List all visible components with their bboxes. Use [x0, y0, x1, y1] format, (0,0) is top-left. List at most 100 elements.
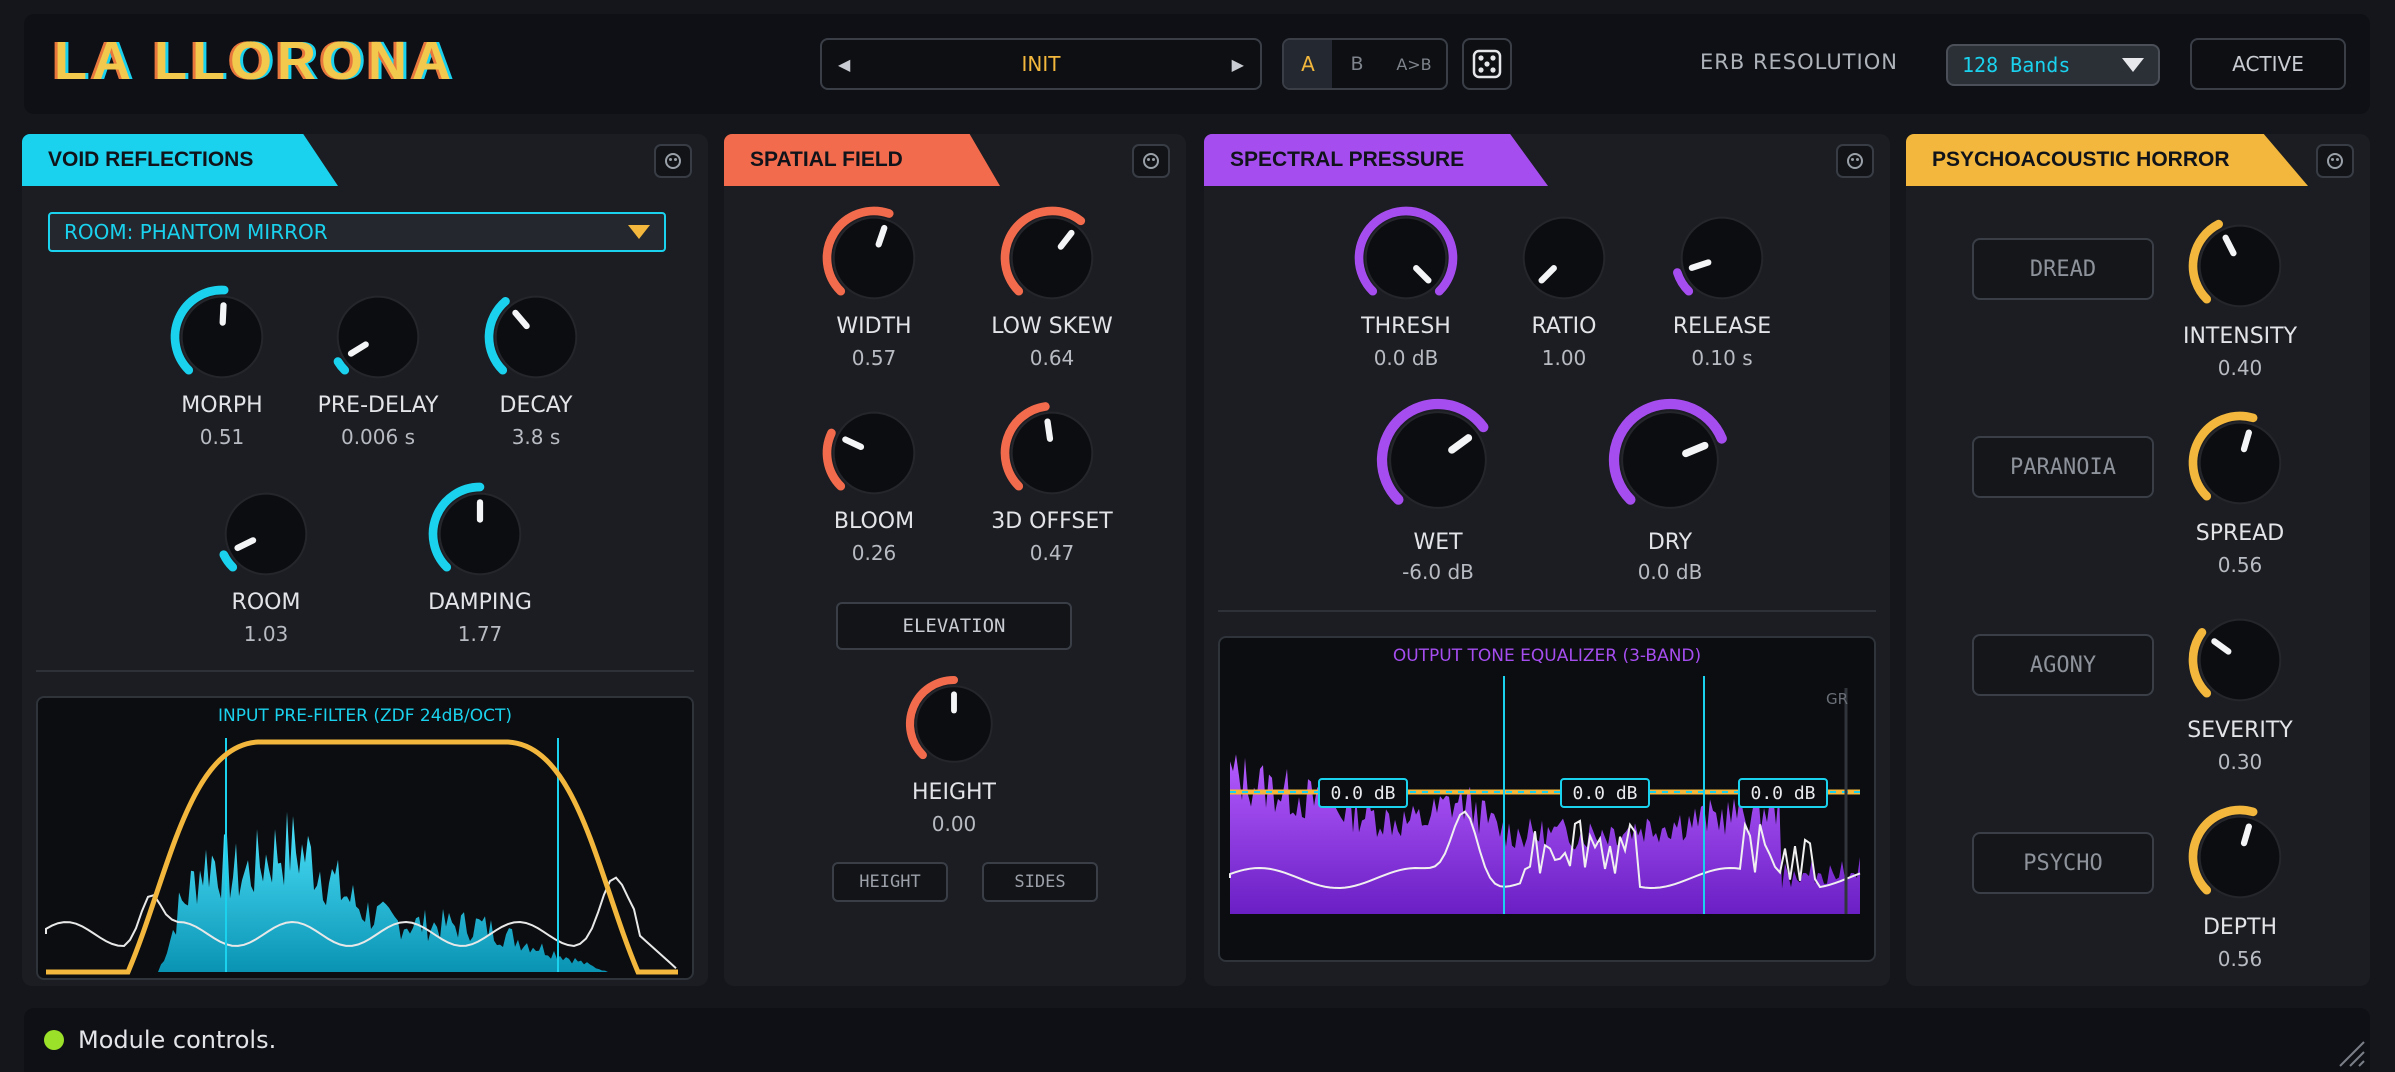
dry-value: 0.0 dB [1637, 560, 1703, 584]
bloom-label: BLOOM [833, 509, 915, 534]
wet-value: -6.0 dB [1402, 560, 1474, 584]
status-text: Module controls. [78, 1026, 277, 1054]
mask-icon [665, 153, 681, 169]
sides-mode-button[interactable]: SIDES [982, 862, 1098, 902]
prefilter-plot [45, 738, 678, 975]
release-label: RELEASE [1672, 314, 1772, 339]
psychoacoustic-horror-title: PSYCHOACOUSTIC HORROR [1906, 134, 2308, 186]
3d-offset-label: 3D OFFSET [991, 509, 1113, 534]
void-reflections-title: VOID REFLECTIONS [22, 134, 338, 186]
eq-band-mid-value[interactable]: 0.0 dB [1560, 778, 1650, 808]
width-knob[interactable] [816, 200, 932, 316]
room-select-value: ROOM: PHANTOM MIRROR [64, 220, 328, 244]
ab-b-button[interactable]: B [1332, 40, 1382, 88]
output-tone-eq-graph[interactable]: OUTPUT TONE EQUALIZER (3-BAND) GR 0.0 dB… [1218, 636, 1876, 962]
width-value: 0.57 [851, 346, 897, 370]
preset-name: INIT [1021, 52, 1061, 76]
intensity-knob[interactable] [2182, 208, 2298, 324]
mask-icon [2327, 153, 2343, 169]
severity-knob[interactable] [2182, 602, 2298, 718]
decay-knob[interactable] [478, 279, 594, 395]
section-divider [1218, 610, 1876, 612]
active-button[interactable]: ACTIVE [2190, 38, 2346, 90]
dread-button[interactable]: DREAD [1972, 238, 2154, 300]
void-reflections-panel: VOID REFLECTIONS ROOM: PHANTOM MIRROR IN… [22, 134, 708, 986]
ratio-knob[interactable] [1506, 200, 1622, 316]
wet-knob[interactable] [1371, 393, 1505, 527]
spread-value: 0.56 [2217, 553, 2263, 577]
intensity-value: 0.40 [2217, 356, 2263, 380]
graph-title: INPUT PRE-FILTER (ZDF 24dB/OCT) [217, 706, 513, 726]
erb-resolution-value: 128 Bands [1962, 53, 2071, 77]
3d-offset-knob[interactable] [994, 395, 1110, 511]
ab-compare-group: A B A>B [1282, 38, 1448, 90]
severity-label: SEVERITY [2187, 718, 2293, 743]
room-value: 1.03 [243, 622, 289, 646]
erb-resolution-label: ERB RESOLUTION [1700, 50, 1898, 74]
gr-label: GR [1826, 690, 1849, 708]
thresh-knob[interactable] [1348, 200, 1464, 316]
release-value: 0.10 s [1691, 346, 1753, 370]
preset-next-button[interactable]: ▶ [1232, 55, 1244, 74]
agony-button[interactable]: AGONY [1972, 634, 2154, 696]
intensity-label: INTENSITY [2182, 324, 2298, 349]
bloom-knob[interactable] [816, 395, 932, 511]
height-knob[interactable] [899, 669, 1009, 779]
severity-value: 0.30 [2217, 750, 2263, 774]
low-skew-value: 0.64 [1029, 346, 1075, 370]
low-skew-label: LOW SKEW [991, 314, 1113, 339]
eq-band-high-value[interactable]: 0.0 dB [1738, 778, 1828, 808]
depth-label: DEPTH [2202, 915, 2278, 940]
room-knob[interactable] [208, 476, 324, 592]
section-divider [36, 670, 694, 672]
mask-icon [1847, 153, 1863, 169]
psycho-button[interactable]: PSYCHO [1972, 832, 2154, 894]
decay-value: 3.8 s [511, 425, 561, 449]
panel-settings-button[interactable] [654, 144, 692, 178]
spread-knob[interactable] [2182, 405, 2298, 521]
bloom-value: 0.26 [851, 541, 897, 565]
panel-settings-button[interactable] [1132, 144, 1170, 178]
damping-knob[interactable] [422, 476, 538, 592]
paranoia-button[interactable]: PARANOIA [1972, 436, 2154, 498]
chevron-down-icon [628, 225, 650, 239]
ab-copy-button[interactable]: A>B [1382, 40, 1446, 88]
dry-knob[interactable] [1603, 393, 1737, 527]
dry-label: DRY [1647, 530, 1693, 555]
morph-knob[interactable] [164, 279, 280, 395]
erb-resolution-select[interactable]: 128 Bands [1946, 44, 2160, 86]
3d-offset-value: 0.47 [1029, 541, 1075, 565]
pre-delay-knob[interactable] [320, 279, 436, 395]
panel-settings-button[interactable] [1836, 144, 1874, 178]
plugin-logo: LA LLORONA [54, 31, 456, 91]
elevation-button[interactable]: ELEVATION [836, 602, 1072, 650]
chevron-down-icon [2122, 58, 2144, 72]
spread-label: SPREAD [2195, 521, 2285, 546]
eq-band-low-value[interactable]: 0.0 dB [1318, 778, 1408, 808]
damping-label: DAMPING [428, 590, 532, 615]
graph-title: OUTPUT TONE EQUALIZER (3-BAND) [1392, 646, 1702, 666]
panel-settings-button[interactable] [2316, 144, 2354, 178]
wet-label: WET [1413, 530, 1463, 555]
decay-label: DECAY [499, 393, 573, 418]
depth-value: 0.56 [2217, 947, 2263, 971]
mask-icon [1143, 153, 1159, 169]
randomize-button[interactable] [1462, 38, 1512, 90]
low-skew-knob[interactable] [994, 200, 1110, 316]
dice-icon [1472, 49, 1502, 79]
spatial-field-title: SPATIAL FIELD [724, 134, 1000, 186]
input-prefilter-graph[interactable]: INPUT PRE-FILTER (ZDF 24dB/OCT) [36, 696, 694, 980]
depth-knob[interactable] [2182, 799, 2298, 915]
height-value: 0.00 [931, 812, 977, 836]
damping-value: 1.77 [457, 622, 503, 646]
release-knob[interactable] [1664, 200, 1780, 316]
status-bar: Module controls. [24, 1008, 2370, 1072]
room-select[interactable]: ROOM: PHANTOM MIRROR [48, 212, 666, 252]
status-led [44, 1030, 64, 1050]
preset-prev-button[interactable]: ◀ [838, 55, 850, 74]
room-label: ROOM [231, 590, 301, 615]
preset-selector[interactable]: ◀ INIT ▶ [820, 38, 1262, 90]
ab-a-button[interactable]: A [1284, 40, 1332, 88]
resize-grip-icon[interactable] [2336, 1038, 2366, 1068]
height-mode-button[interactable]: HEIGHT [832, 862, 948, 902]
